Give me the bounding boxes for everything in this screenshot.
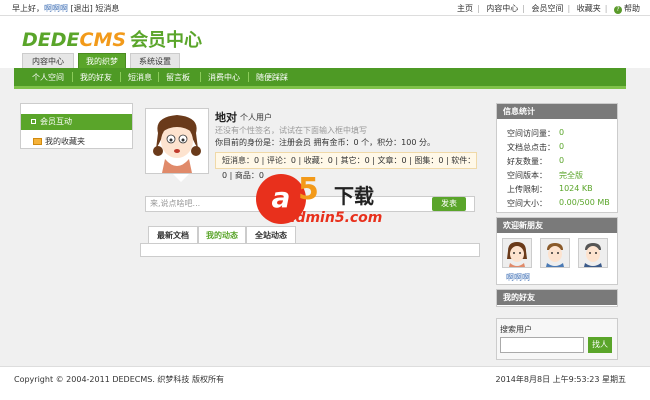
copyright: Copyright © 2004-2011 DEDECMS. 织梦科技 版权所有	[14, 375, 224, 384]
logo-dede: DEDE	[22, 29, 80, 51]
folder-icon	[33, 138, 42, 145]
search-button[interactable]: 找人	[588, 337, 612, 353]
subnav-guestbook[interactable]: 留言板	[166, 72, 190, 83]
messages-link[interactable]: 短消息	[95, 4, 119, 13]
avatar-cartoon-icon	[153, 115, 201, 173]
new-friends-title: 欢迎新朋友	[497, 218, 617, 233]
header: DEDECMS 会员中心 内容中心 我的织梦 系统设置	[0, 16, 650, 68]
profile-signature[interactable]: 还没有个性签名，试试在下面输入框中填写	[215, 125, 367, 136]
tab-content-center[interactable]: 内容中心	[22, 53, 74, 68]
left-menu-active-label: 会员互动	[40, 117, 72, 126]
avatar[interactable]	[145, 108, 209, 174]
top-link-help[interactable]: 帮助	[624, 4, 640, 13]
man-avatar-icon	[584, 243, 602, 267]
friend-name-1[interactable]: 啊啊啊	[506, 272, 530, 283]
logo-cms: CMS	[79, 29, 127, 51]
top-link-favorites[interactable]: 收藏夹	[577, 4, 601, 13]
search-input[interactable]	[500, 337, 584, 353]
subnav-consumption[interactable]: 消费中心	[208, 72, 240, 83]
watermark-site: admin5.com	[286, 210, 383, 226]
profile-role: 个人用户	[240, 113, 272, 122]
profile-stats: 短消息：0 | 评论：0 | 收藏：0 | 其它：0 | 文章：0 | 图集：0…	[215, 152, 477, 180]
watermark-download: 下载	[334, 184, 374, 208]
friend-avatar-1[interactable]	[502, 238, 532, 268]
avatar-pointer	[173, 174, 189, 182]
my-friends-panel: 我的好友	[496, 289, 618, 307]
profile-name: 地对	[215, 111, 237, 124]
top-bar: 早上好，啊啊啊 [退出] 短消息 主页 | 内容中心 | 会员空间 | 收藏夹 | ? 帮…	[0, 0, 650, 16]
stats-title: 信息统计	[497, 104, 617, 119]
left-menu: 会员互动 我的收藏夹	[20, 103, 133, 149]
feed-content	[140, 243, 480, 257]
my-friends-title: 我的好友	[497, 290, 617, 305]
tab-site-activity[interactable]: 全站动态	[246, 226, 296, 243]
left-menu-favorites[interactable]: 我的收藏夹	[33, 136, 85, 147]
sub-nav: 个人空间 我的好友 短消息 留言板 消费中心 随便踩踩	[14, 68, 626, 86]
minus-icon	[31, 119, 36, 124]
subnav-random[interactable]: 随便踩踩	[256, 72, 288, 83]
top-link-content[interactable]: 内容中心	[486, 4, 518, 13]
friend-avatar-2[interactable]	[540, 238, 570, 268]
stat-space-size: 空间大小： 0.00/500 MB	[507, 198, 610, 208]
greeting-area: 早上好，啊啊啊 [退出] 短消息	[12, 3, 119, 14]
friend-avatar-3[interactable]	[578, 238, 608, 268]
send-button[interactable]: 发表	[432, 197, 466, 211]
watermark-num: 5	[298, 172, 319, 207]
datetime: 2014年8月8日 上午9:53:23 星期五	[495, 375, 626, 384]
left-menu-member-interaction[interactable]: 会员互动	[21, 114, 132, 130]
stats-panel: 信息统计 空间访问量： 0 文档总点击： 0 好友数量： 0 空间版本： 完全版 上传限…	[496, 103, 618, 213]
subnav-my-friends[interactable]: 我的好友	[80, 72, 112, 83]
top-link-space[interactable]: 会员空间	[532, 4, 564, 13]
watermark: a 5 下载 admin5.com	[256, 172, 396, 230]
girl-avatar-icon	[507, 242, 527, 267]
boy-avatar-icon	[546, 243, 564, 267]
logo: DEDECMS 会员中心	[22, 26, 202, 52]
top-link-home[interactable]: 主页	[457, 4, 473, 13]
stat-clicks: 文档总点击： 0	[507, 142, 565, 152]
profile-identity: 你目前的身份是：注册会员 拥有金币：0 个，积分：100 分。	[215, 138, 435, 147]
username-link[interactable]: 啊啊啊	[44, 4, 68, 13]
search-label: 搜索用户	[500, 325, 532, 334]
stat-upload-limit: 上传限制： 1024 KB	[507, 184, 593, 194]
stat-version: 空间版本： 完全版	[507, 171, 583, 180]
logout-link[interactable]: [退出]	[71, 4, 93, 13]
stat-friends: 好友数量： 0	[507, 156, 565, 166]
subnav-messages[interactable]: 短消息	[128, 72, 152, 83]
greeting-text: 早上好，	[12, 4, 44, 13]
tab-system-settings[interactable]: 系统设置	[130, 53, 180, 68]
left-menu-favorites-label: 我的收藏夹	[45, 137, 85, 146]
footer: Copyright © 2004-2011 DEDECMS. 织梦科技 版权所有…	[0, 366, 650, 400]
top-links: 主页 | 内容中心 | 会员空间 | 收藏夹 | ? 帮助	[457, 4, 640, 14]
help-icon: ?	[614, 6, 622, 14]
tab-my-activity[interactable]: 我的动态	[198, 226, 246, 243]
tab-latest-docs[interactable]: 最新文档	[148, 226, 198, 243]
subnav-underline	[14, 86, 626, 89]
logo-member-center: 会员中心	[130, 30, 203, 51]
subnav-personal-space[interactable]: 个人空间	[32, 72, 64, 83]
stat-visits: 空间访问量： 0	[507, 128, 565, 138]
tab-my-dedecms[interactable]: 我的织梦	[78, 53, 126, 68]
